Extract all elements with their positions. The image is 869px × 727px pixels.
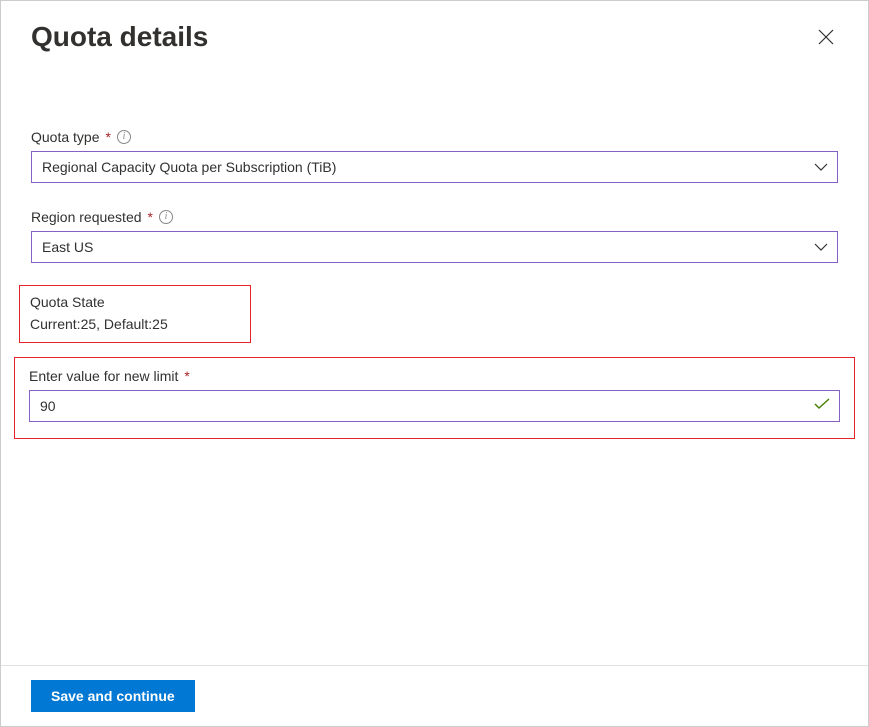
footer: Save and continue bbox=[1, 665, 868, 726]
save-continue-button[interactable]: Save and continue bbox=[31, 680, 195, 712]
close-icon bbox=[818, 29, 834, 45]
required-indicator: * bbox=[106, 129, 111, 145]
region-label: Region requested bbox=[31, 209, 142, 225]
quota-type-label: Quota type bbox=[31, 129, 100, 145]
new-limit-label: Enter value for new limit bbox=[29, 368, 178, 384]
quota-type-value: Regional Capacity Quota per Subscription… bbox=[42, 159, 336, 175]
quota-type-field: Quota type * i Regional Capacity Quota p… bbox=[31, 129, 838, 183]
quota-state-value: Current:25, Default:25 bbox=[30, 316, 240, 332]
new-limit-input[interactable] bbox=[29, 390, 840, 422]
required-indicator: * bbox=[184, 368, 189, 384]
page-title: Quota details bbox=[31, 21, 208, 53]
quota-state-highlight: Quota State Current:25, Default:25 bbox=[19, 285, 251, 343]
required-indicator: * bbox=[148, 209, 153, 225]
info-icon[interactable]: i bbox=[117, 130, 131, 144]
region-select[interactable]: East US bbox=[31, 231, 838, 263]
new-limit-highlight: Enter value for new limit * bbox=[14, 357, 855, 439]
info-icon[interactable]: i bbox=[159, 210, 173, 224]
quota-state-label: Quota State bbox=[30, 294, 240, 310]
close-button[interactable] bbox=[814, 25, 838, 49]
quota-type-select[interactable]: Regional Capacity Quota per Subscription… bbox=[31, 151, 838, 183]
region-value: East US bbox=[42, 239, 93, 255]
region-field: Region requested * i East US bbox=[31, 209, 838, 263]
